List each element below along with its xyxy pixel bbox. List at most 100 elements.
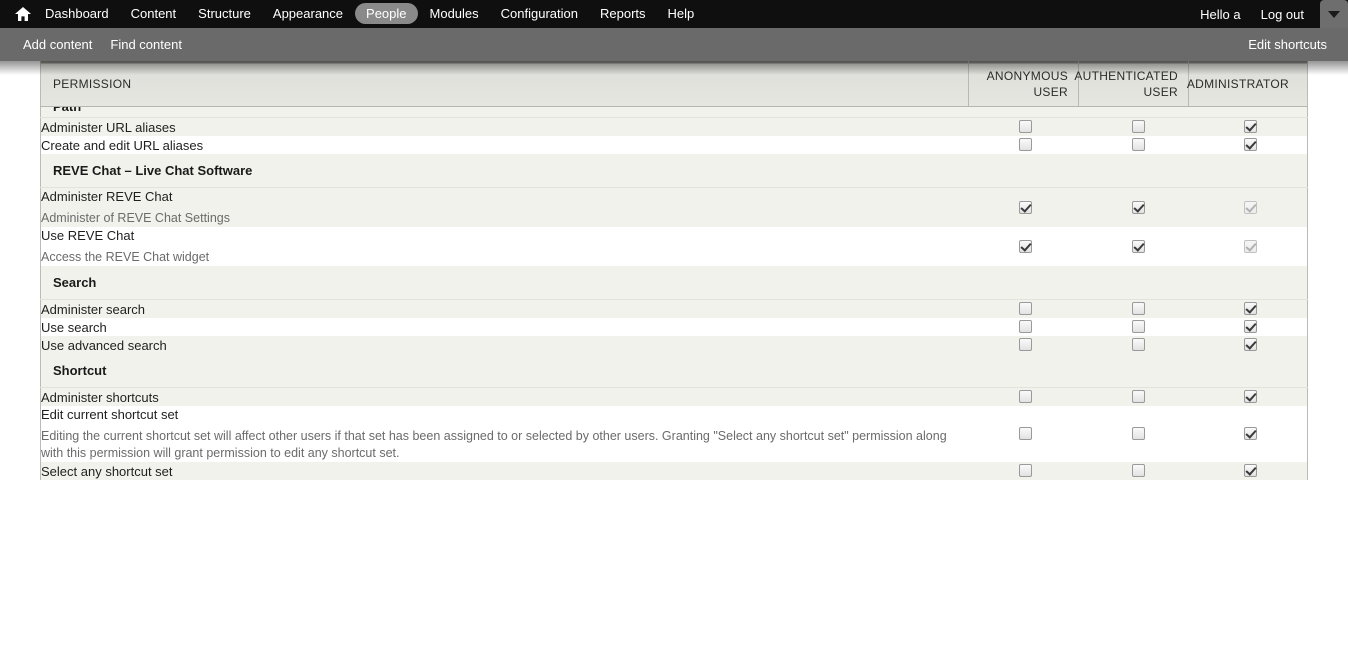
permission-checkbox[interactable] (1018, 239, 1032, 253)
permission-checkbox-cell (1194, 336, 1308, 354)
permission-group-label: Shortcut (40, 354, 1308, 388)
toolbar-item-dashboard[interactable]: Dashboard (35, 3, 119, 24)
table-row: Use advanced search (40, 336, 1308, 354)
shortcut-find-content[interactable]: Find content (101, 37, 191, 52)
permission-checkbox[interactable] (1018, 338, 1032, 352)
table-row: Use REVE Chat Access the REVE Chat widget (40, 227, 1308, 266)
permission-name-cell: Use REVE Chat Access the REVE Chat widget (40, 227, 969, 266)
toolbar-item-reports[interactable]: Reports (590, 3, 656, 24)
permission-checkbox-cell (1081, 136, 1195, 154)
toolbar-user-area: Hello a Log out (1190, 0, 1348, 28)
toolbar-item-appearance[interactable]: Appearance (263, 3, 353, 24)
permission-title: Select any shortcut set (41, 463, 173, 479)
permissions-table: PathAdminister URL aliasesCreate and edi… (40, 99, 1309, 480)
permission-checkbox-cell (968, 387, 1082, 406)
greeting-link[interactable]: Hello a (1190, 4, 1250, 25)
toolbar-item-help[interactable]: Help (658, 3, 705, 24)
home-icon[interactable] (12, 0, 34, 28)
permission-group-label: REVE Chat – Live Chat Software (40, 154, 1308, 188)
permission-checkbox[interactable] (1131, 239, 1145, 253)
permission-title: Use advanced search (41, 337, 167, 353)
permission-checkbox[interactable] (1244, 120, 1258, 134)
page-content: PathAdminister URL aliasesCreate and edi… (0, 61, 1348, 657)
shortcut-add-content[interactable]: Add content (14, 37, 101, 52)
permission-checkbox[interactable] (1018, 427, 1032, 441)
toolbar-item-people[interactable]: People (355, 3, 418, 24)
permission-checkbox[interactable] (1131, 464, 1145, 478)
toolbar-item-content[interactable]: Content (121, 3, 187, 24)
permission-checkbox-cell (968, 462, 1082, 480)
permission-checkbox-cell (1194, 299, 1308, 318)
permission-title: Use search (41, 319, 107, 335)
permission-checkbox-cell (1194, 462, 1308, 480)
permission-checkbox-cell (968, 227, 1082, 266)
permission-description: Administer of REVE Chat Settings (41, 211, 230, 225)
permission-checkbox[interactable] (1018, 138, 1032, 152)
permission-checkbox[interactable] (1131, 302, 1145, 316)
permission-checkbox-cell (1194, 406, 1308, 462)
permission-title: Create and edit URL aliases (41, 137, 204, 153)
table-row: Create and edit URL aliases (40, 136, 1308, 154)
permission-checkbox-cell (1194, 187, 1308, 227)
permission-checkbox[interactable] (1131, 320, 1145, 334)
toolbar-item-configuration[interactable]: Configuration (491, 3, 588, 24)
screen: Dashboard Content Structure Appearance Peopl… (0, 0, 1348, 657)
permission-checkbox[interactable] (1018, 302, 1032, 316)
permission-checkbox[interactable] (1018, 390, 1032, 404)
permission-checkbox[interactable] (1131, 138, 1145, 152)
permission-name-cell: Select any shortcut set (40, 462, 969, 480)
table-row: Administer REVE Chat Administer of REVE C… (40, 187, 1308, 227)
toolbar-drawer-toggle[interactable] (1320, 0, 1348, 28)
table-row: Administer URL aliases (40, 117, 1308, 136)
permission-checkbox[interactable] (1131, 120, 1145, 134)
column-header-anonymous-user: ANONYMOUS USER (969, 61, 1079, 106)
permission-checkbox[interactable] (1244, 427, 1258, 441)
permission-group-label: Search (40, 266, 1308, 300)
edit-shortcuts-link[interactable]: Edit shortcuts (1239, 37, 1336, 52)
permission-checkbox-cell (968, 117, 1082, 136)
permission-checkbox[interactable] (1018, 120, 1032, 134)
permission-checkbox[interactable] (1131, 390, 1145, 404)
edit-shortcuts-area: Edit shortcuts (1239, 28, 1336, 61)
shortcut-bar: Add content Find content Edit shortcuts (0, 28, 1348, 61)
toolbar-item-structure[interactable]: Structure (188, 3, 261, 24)
permission-checkbox-cell (968, 318, 1082, 336)
permission-checkbox-cell (1081, 336, 1195, 354)
authenticated-user-line2: USER (1143, 84, 1178, 99)
permission-checkbox-cell (1081, 318, 1195, 336)
permission-title: Use REVE Chat (41, 228, 135, 243)
permission-checkbox[interactable] (1244, 138, 1258, 152)
permission-checkbox[interactable] (1244, 390, 1258, 404)
permission-title: Edit current shortcut set (41, 407, 179, 422)
permission-checkbox[interactable] (1018, 464, 1032, 478)
shortcut-links: Add content Find content (14, 28, 191, 61)
table-row: Administer shortcuts (40, 387, 1308, 406)
permission-checkbox[interactable] (1018, 320, 1032, 334)
permission-checkbox[interactable] (1244, 302, 1258, 316)
permission-title: Administer REVE Chat (41, 189, 173, 204)
permission-checkbox[interactable] (1131, 338, 1145, 352)
permission-group-row: Shortcut (40, 354, 1308, 388)
permission-name-cell: Administer search (40, 299, 969, 318)
permission-checkbox[interactable] (1018, 200, 1032, 214)
permission-checkbox[interactable] (1244, 320, 1258, 334)
permission-checkbox-cell (968, 336, 1082, 354)
permission-name-cell: Administer shortcuts (40, 387, 969, 406)
permission-checkbox[interactable] (1131, 427, 1145, 441)
table-row: Edit current shortcut set Editing the cur… (40, 406, 1308, 462)
toolbar-item-modules[interactable]: Modules (420, 3, 489, 24)
permission-checkbox (1244, 200, 1258, 214)
permission-checkbox-cell (1081, 387, 1195, 406)
permission-name-cell: Use advanced search (40, 336, 969, 354)
toolbar-menu: Dashboard Content Structure Appearance Peopl… (0, 0, 705, 28)
permission-checkbox-cell (1194, 136, 1308, 154)
permission-title: Administer search (41, 301, 146, 317)
permission-checkbox[interactable] (1244, 338, 1258, 352)
permission-name-cell: Use search (40, 318, 969, 336)
permission-checkbox[interactable] (1131, 200, 1145, 214)
logout-link[interactable]: Log out (1251, 4, 1314, 25)
greeting-text: Hello a (1200, 6, 1241, 22)
permission-checkbox[interactable] (1244, 464, 1258, 478)
admin-toolbar: Dashboard Content Structure Appearance Peopl… (0, 0, 1348, 28)
column-header-administrator: ADMINISTRATOR (1187, 61, 1299, 106)
